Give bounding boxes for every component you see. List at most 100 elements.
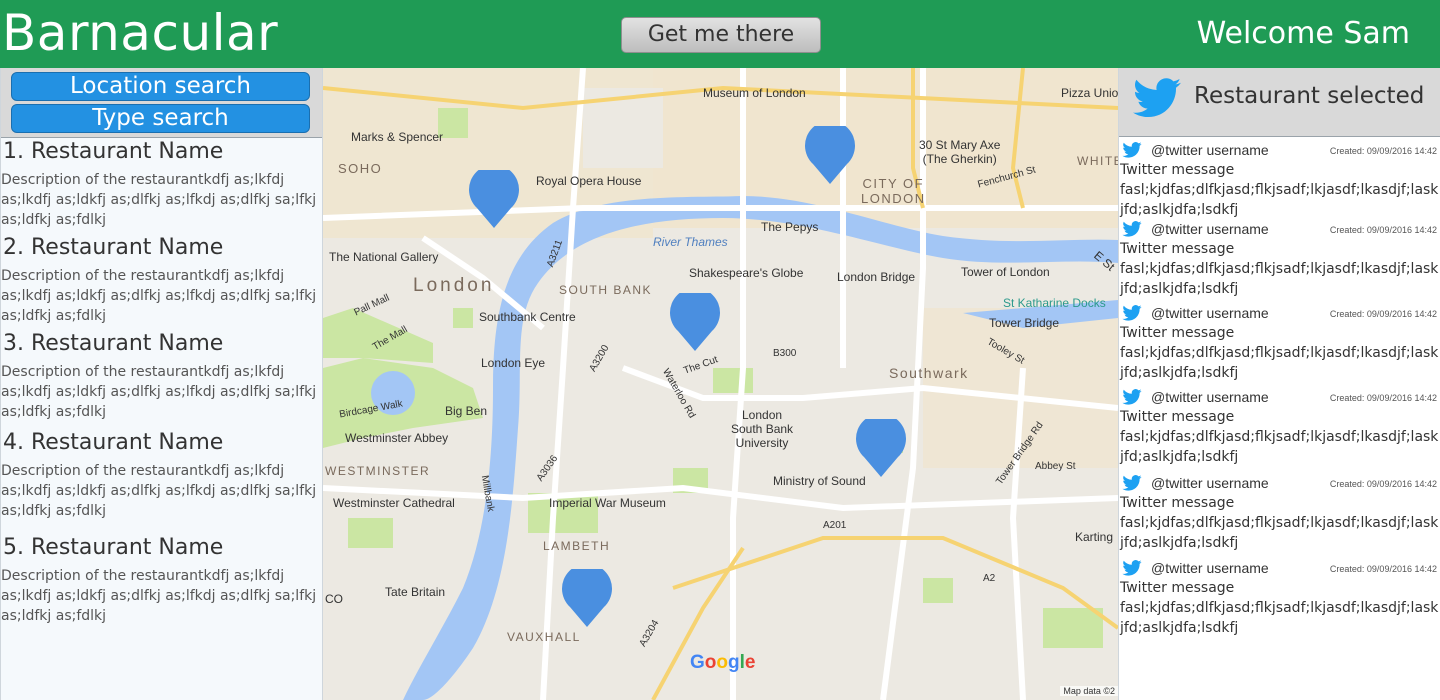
- tweet-message-title: Twitter message: [1120, 495, 1235, 511]
- map-label-tate-britain: Tate Britain: [385, 585, 446, 599]
- get-me-there-button[interactable]: Get me there: [621, 17, 821, 53]
- map-label-karting: Karting: [1075, 530, 1114, 544]
- map-label-westminster-cathedral: Westminster Cathedral: [333, 496, 455, 510]
- type-search-button[interactable]: Type search: [11, 104, 310, 133]
- map-pin[interactable]: [469, 170, 519, 230]
- restaurant-list-item[interactable]: 2. Restaurant Name Description of the re…: [1, 234, 322, 326]
- tweet-item: @twitter username Created: 09/09/2016 14…: [1119, 303, 1440, 383]
- map-label-london-bridge: London Bridge: [837, 270, 916, 284]
- restaurant-description: Description of the restaurantkdfj as;lkf…: [1, 268, 317, 324]
- map-pin[interactable]: [670, 293, 720, 353]
- twitter-panel: Restaurant selected @twitter username Cr…: [1118, 68, 1440, 700]
- tweet-body: fasl;kjdfas;dlfkjasd;flkjsadf;lkjasdf;lk…: [1120, 182, 1439, 218]
- map-label-lsbu: London South Bank University: [731, 408, 794, 450]
- tweet-message-title: Twitter message: [1120, 580, 1235, 596]
- map-label-gherkin: 30 St Mary Axe (The Gherkin): [919, 138, 1001, 166]
- map-label-a201: A201: [823, 520, 847, 531]
- map-label-shakespeares-globe: Shakespeare's Globe: [689, 266, 804, 280]
- google-logo: Google: [690, 652, 756, 673]
- twitter-bird-icon: [1122, 475, 1142, 491]
- map-district-southwark: Southwark: [889, 365, 969, 381]
- tweet-message-title: Twitter message: [1120, 241, 1235, 257]
- tweet-item: @twitter username Created: 09/09/2016 14…: [1119, 473, 1440, 553]
- tweet-created: Created: 09/09/2016 14:42: [1329, 309, 1437, 319]
- tweet-created: Created: 09/09/2016 14:42: [1329, 479, 1437, 489]
- map-label-st-katharine-docks: St Katharine Docks: [1003, 296, 1106, 310]
- tweet-username[interactable]: @twitter username: [1151, 475, 1269, 491]
- map-label-ministry-of-sound: Ministry of Sound: [773, 474, 866, 488]
- twitter-bird-icon: [1122, 221, 1142, 237]
- tweet-body: fasl;kjdfas;dlfkjasd;flkjsadf;lkjasdf;lk…: [1120, 345, 1439, 381]
- tweet-created: Created: 09/09/2016 14:42: [1329, 393, 1437, 403]
- twitter-bird-icon: [1122, 305, 1142, 321]
- tweet-username[interactable]: @twitter username: [1151, 221, 1269, 237]
- tweet-created: Created: 09/09/2016 14:42: [1329, 146, 1437, 156]
- map-label-tower-of-london: Tower of London: [961, 265, 1050, 279]
- map-label-b300: B300: [773, 348, 797, 359]
- map-label-museum-of-london: Museum of London: [703, 86, 806, 100]
- tweet-message-title: Twitter message: [1120, 325, 1235, 341]
- restaurant-list-item[interactable]: 5. Restaurant Name Description of the re…: [1, 534, 322, 626]
- tweet-created: Created: 09/09/2016 14:42: [1329, 225, 1437, 235]
- map-district-whitechapel: WHITE: [1077, 154, 1118, 168]
- restaurant-description: Description of the restaurantkdfj as;lkf…: [1, 568, 317, 624]
- twitter-bird-icon: [1122, 142, 1142, 158]
- restaurant-name: 1. Restaurant Name: [3, 139, 224, 164]
- tweet-body: fasl;kjdfas;dlfkjasd;flkjsadf;lkjasdf;lk…: [1120, 515, 1439, 551]
- map-district-westminster: WESTMINSTER: [325, 464, 431, 478]
- restaurant-list-item[interactable]: 1. Restaurant Name Description of the re…: [1, 138, 322, 230]
- restaurant-name: 5. Restaurant Name: [3, 535, 224, 560]
- map-data-attribution[interactable]: Map data ©2: [1060, 686, 1118, 696]
- twitter-bird-icon: [1122, 560, 1142, 576]
- restaurant-list-item[interactable]: 4. Restaurant Name Description of the re…: [1, 429, 322, 521]
- map-view[interactable]: Museum of London Pizza Union Marks & Spe…: [323, 68, 1118, 700]
- restaurant-list-item[interactable]: 3. Restaurant Name Description of the re…: [1, 330, 322, 422]
- tweet-username[interactable]: @twitter username: [1151, 560, 1269, 576]
- tweet-username[interactable]: @twitter username: [1151, 389, 1269, 405]
- restaurant-description: Description of the restaurantkdfj as;lkf…: [1, 364, 317, 420]
- app-title: Barnacular: [2, 4, 279, 62]
- tweet-item: @twitter username Created: 09/09/2016 14…: [1119, 219, 1440, 299]
- tweet-username[interactable]: @twitter username: [1151, 305, 1269, 321]
- tweet-item: @twitter username Created: 09/09/2016 14…: [1119, 558, 1440, 638]
- map-label-imperial-war-museum: Imperial War Museum: [549, 496, 666, 510]
- welcome-message: Welcome Sam: [1196, 16, 1410, 51]
- map-district-london: London: [413, 275, 495, 296]
- map-label-pizza-union: Pizza Union: [1061, 86, 1118, 100]
- tweet-body: fasl;kjdfas;dlfkjasd;flkjsadf;lkjasdf;lk…: [1120, 600, 1439, 636]
- map-label-a2: A2: [983, 573, 996, 584]
- map-district-soho: SOHO: [338, 161, 383, 176]
- map-label-co: CO: [325, 592, 343, 606]
- restaurant-sidebar: Location search Type search 1. Restauran…: [0, 68, 323, 700]
- map-district-lambeth: LAMBETH: [543, 539, 611, 553]
- tweet-created: Created: 09/09/2016 14:42: [1329, 564, 1437, 574]
- restaurant-description: Description of the restaurantkdfj as;lkf…: [1, 463, 317, 519]
- twitter-icon: [1133, 78, 1181, 117]
- tweet-body: fasl;kjdfas;dlfkjasd;flkjsadf;lkjasdf;lk…: [1120, 429, 1439, 465]
- map-pin[interactable]: [856, 419, 906, 479]
- tweet-message-title: Twitter message: [1120, 409, 1235, 425]
- map-label-tower-bridge: Tower Bridge: [989, 316, 1060, 330]
- map-district-city-of-london: CITY OF LONDON: [861, 176, 926, 206]
- map-label-marks-spencer: Marks & Spencer: [351, 130, 444, 144]
- app-header: Barnacular Get me there Welcome Sam: [0, 0, 1440, 68]
- restaurant-name: 3. Restaurant Name: [3, 331, 224, 356]
- map-label-royal-opera-house: Royal Opera House: [536, 174, 642, 188]
- twitter-bird-icon: [1122, 389, 1142, 405]
- tweet-item: @twitter username Created: 09/09/2016 14…: [1119, 387, 1440, 467]
- map-label-national-gallery: The National Gallery: [329, 250, 439, 264]
- restaurant-name: 2. Restaurant Name: [3, 235, 224, 260]
- tweet-username[interactable]: @twitter username: [1151, 142, 1269, 158]
- tweet-item: @twitter username Created: 09/09/2016 14…: [1119, 140, 1440, 220]
- map-label-the-pepys: The Pepys: [761, 220, 819, 234]
- tweet-body: fasl;kjdfas;dlfkjasd;flkjsadf;lkjasdf;lk…: [1120, 261, 1439, 297]
- map-label-big-ben: Big Ben: [445, 404, 488, 418]
- map-pin[interactable]: [562, 569, 612, 629]
- map-pin[interactable]: [805, 126, 855, 186]
- location-search-button[interactable]: Location search: [11, 72, 310, 101]
- map-district-south-bank: SOUTH BANK: [559, 283, 653, 297]
- map-district-vauxhall: VAUXHALL: [507, 630, 581, 644]
- map-label-abbey-st: Abbey St: [1035, 461, 1076, 472]
- search-controls: Location search Type search: [1, 68, 322, 138]
- restaurant-selected-title: Restaurant selected: [1194, 83, 1425, 109]
